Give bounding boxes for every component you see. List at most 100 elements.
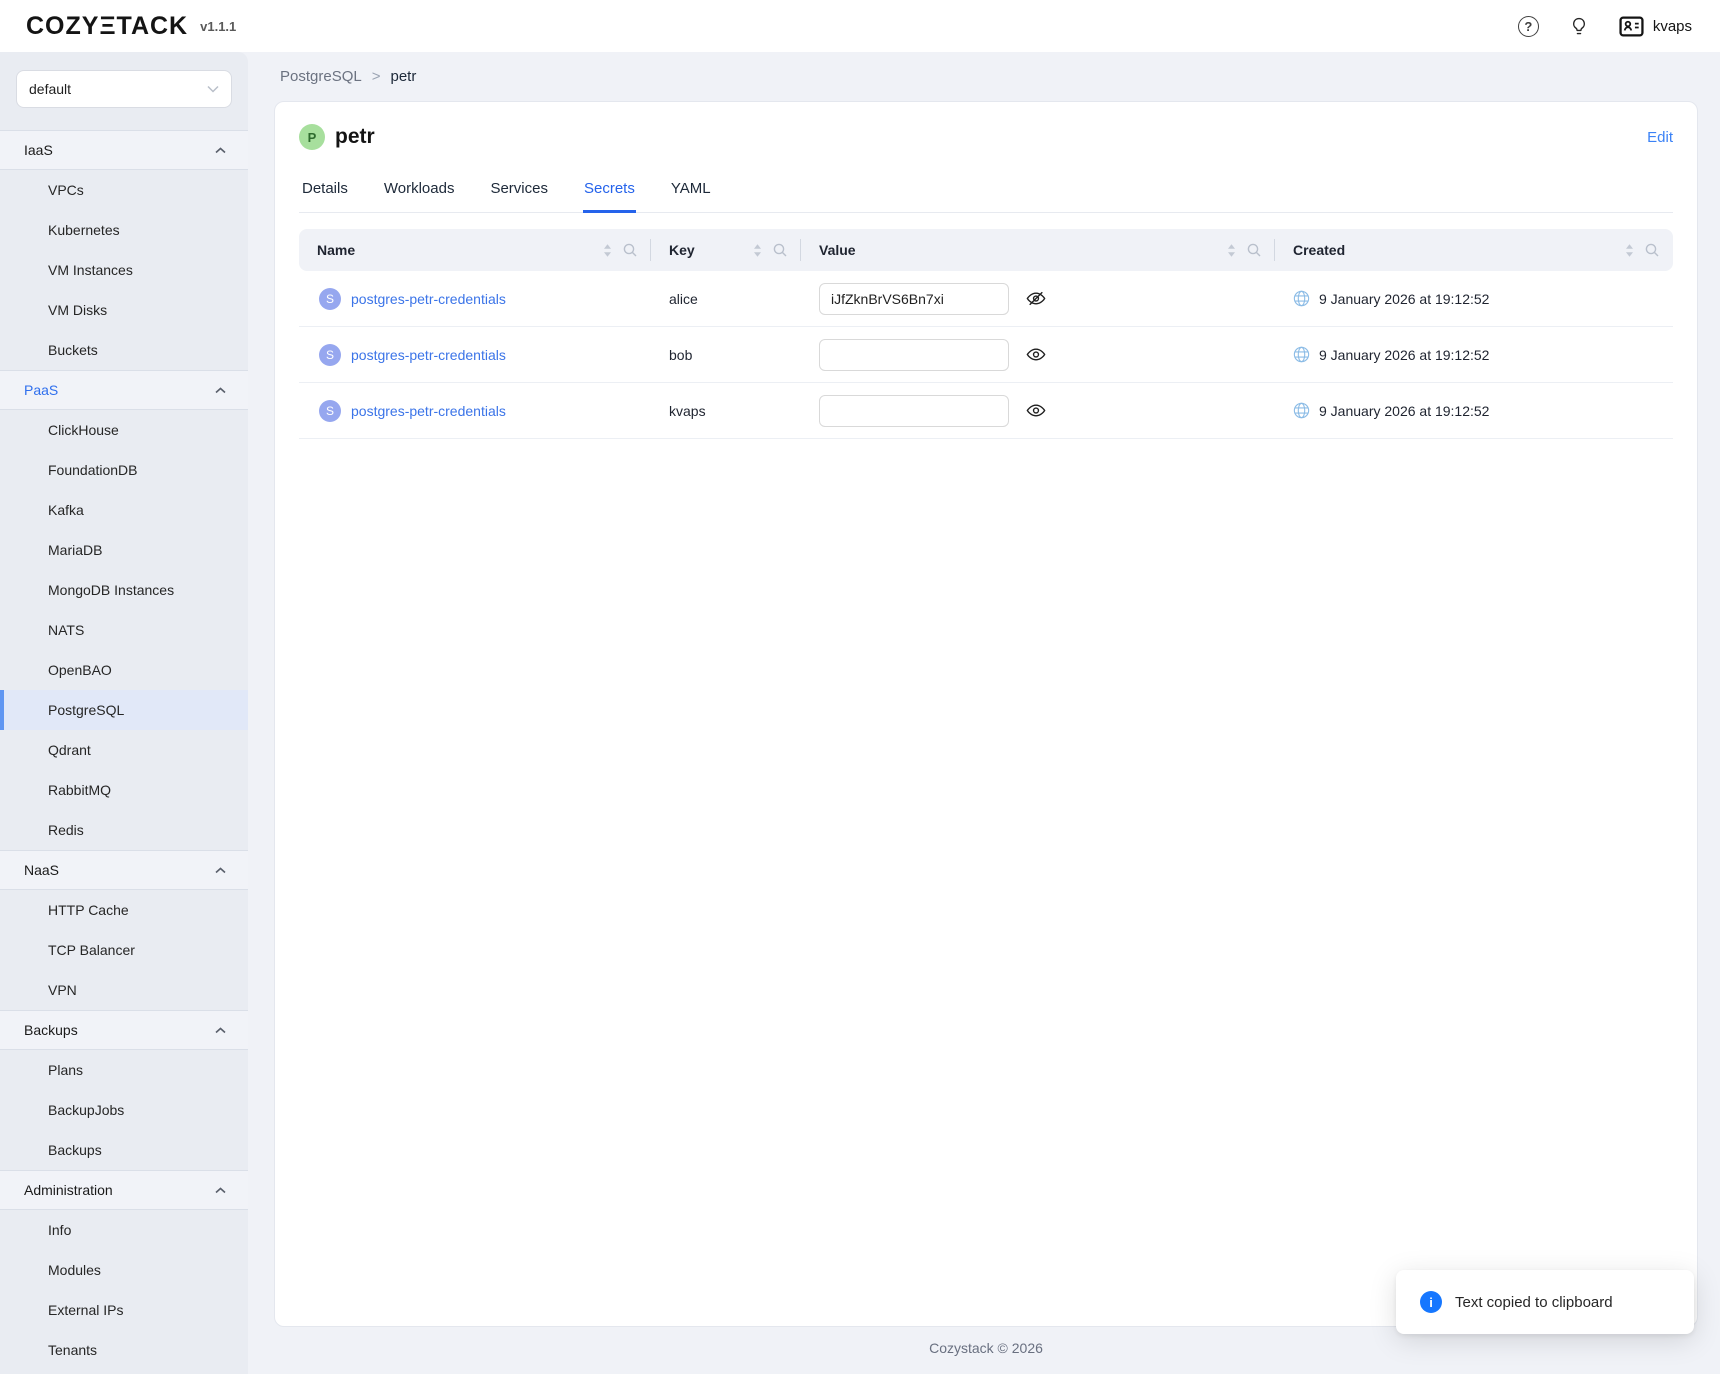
column-header-controls (1624, 243, 1659, 258)
tab-workloads[interactable]: Workloads (383, 180, 456, 213)
sort-icon[interactable] (752, 243, 763, 258)
tab-yaml[interactable]: YAML (670, 180, 712, 213)
sidebar-item-modules[interactable]: Modules (0, 1250, 248, 1290)
sidebar-section-naas[interactable]: NaaS (0, 850, 248, 890)
name-cell: S postgres-petr-credentials (299, 288, 651, 310)
secret-value-input[interactable] (819, 283, 1009, 315)
topbar-actions: ? kvaps (1518, 16, 1692, 37)
sidebar-item-rabbitmq[interactable]: RabbitMQ (0, 770, 248, 810)
sidebar-item-tenants[interactable]: Tenants (0, 1330, 248, 1370)
sidebar-item-tcp-balancer[interactable]: TCP Balancer (0, 930, 248, 970)
secret-value-input[interactable] (819, 339, 1009, 371)
secrets-table: Name Key Value (299, 229, 1673, 439)
sidebar-item-kubernetes[interactable]: Kubernetes (0, 210, 248, 250)
breadcrumb-parent[interactable]: PostgreSQL (280, 68, 362, 85)
sidebar-item-openbao[interactable]: OpenBAO (0, 650, 248, 690)
sidebar-section-paas[interactable]: PaaS (0, 370, 248, 410)
tab-services[interactable]: Services (489, 180, 549, 213)
column-label: Name (317, 242, 355, 258)
sidebar-item-nats[interactable]: NATS (0, 610, 248, 650)
sidebar-item-vm-instances[interactable]: VM Instances (0, 250, 248, 290)
secret-avatar: S (319, 344, 341, 366)
sidebar-section-administration[interactable]: Administration (0, 1170, 248, 1210)
item-label: Kubernetes (48, 222, 120, 238)
sidebar-item-qdrant[interactable]: Qdrant (0, 730, 248, 770)
app-logo[interactable]: COZYΞTACK (26, 12, 188, 41)
sidebar-item-mariadb[interactable]: MariaDB (0, 530, 248, 570)
search-icon[interactable] (1247, 243, 1261, 257)
search-icon[interactable] (623, 243, 637, 257)
sidebar-section-backups[interactable]: Backups (0, 1010, 248, 1050)
resource-card: P petr Edit Details Workloads Services S… (274, 101, 1698, 1327)
edit-button[interactable]: Edit (1647, 129, 1673, 146)
item-label: ClickHouse (48, 422, 119, 438)
show-value-button[interactable] (1024, 344, 1048, 365)
item-label: Modules (48, 1262, 101, 1278)
tab-details[interactable]: Details (301, 180, 349, 213)
sidebar-item-buckets[interactable]: Buckets (0, 330, 248, 370)
item-label: Kafka (48, 502, 84, 518)
sidebar-item-foundationdb[interactable]: FoundationDB (0, 450, 248, 490)
breadcrumb-separator: > (372, 68, 381, 85)
sidebar-item-mongodb-instances[interactable]: MongoDB Instances (0, 570, 248, 610)
show-value-button[interactable] (1024, 400, 1048, 421)
hide-value-button[interactable] (1024, 288, 1048, 309)
search-icon[interactable] (773, 243, 787, 257)
sidebar-item-redis[interactable]: Redis (0, 810, 248, 850)
help-icon[interactable]: ? (1518, 16, 1539, 37)
sidebar-item-postgresql[interactable]: PostgreSQL (0, 690, 248, 730)
name-cell: S postgres-petr-credentials (299, 400, 651, 422)
tenant-select-value: default (29, 81, 71, 97)
column-header-controls (602, 243, 637, 258)
sidebar-item-vpn[interactable]: VPN (0, 970, 248, 1010)
item-label: BackupJobs (48, 1102, 124, 1118)
sidebar-item-backups[interactable]: Backups (0, 1130, 248, 1170)
item-label: Backups (48, 1142, 102, 1158)
sidebar-item-vm-disks[interactable]: VM Disks (0, 290, 248, 330)
value-cell (801, 283, 1275, 315)
item-label: VPN (48, 982, 77, 998)
item-label: External IPs (48, 1302, 123, 1318)
column-header-created: Created (1275, 229, 1673, 271)
sidebar-item-backupjobs[interactable]: BackupJobs (0, 1090, 248, 1130)
info-icon: i (1420, 1291, 1442, 1313)
sort-icon[interactable] (602, 243, 613, 258)
item-label: OpenBAO (48, 662, 112, 678)
tab-secrets[interactable]: Secrets (583, 180, 636, 213)
sort-icon[interactable] (1226, 243, 1237, 258)
sidebar-item-info[interactable]: Info (0, 1210, 248, 1250)
secret-name-link[interactable]: postgres-petr-credentials (351, 403, 506, 419)
sort-icon[interactable] (1624, 243, 1635, 258)
item-label: RabbitMQ (48, 782, 111, 798)
created-cell: 9 January 2026 at 19:12:52 (1275, 346, 1673, 363)
secret-name-link[interactable]: postgres-petr-credentials (351, 291, 506, 307)
secret-key: kvaps (669, 403, 706, 419)
secret-avatar: S (319, 400, 341, 422)
secret-value-input[interactable] (819, 395, 1009, 427)
sidebar-item-clickhouse[interactable]: ClickHouse (0, 410, 248, 450)
table-row: S postgres-petr-credentials kvaps (299, 383, 1673, 439)
search-icon[interactable] (1645, 243, 1659, 257)
sidebar-item-plans[interactable]: Plans (0, 1050, 248, 1090)
section-label: PaaS (24, 382, 58, 398)
tabs: Details Workloads Services Secrets YAML (299, 180, 1673, 213)
sidebar-item-http-cache[interactable]: HTTP Cache (0, 890, 248, 930)
item-label: PostgreSQL (48, 702, 124, 718)
footer: Cozystack © 2026 (274, 1340, 1698, 1356)
sidebar-item-external-ips[interactable]: External IPs (0, 1290, 248, 1330)
item-label: Buckets (48, 342, 98, 358)
sidebar-section-iaas[interactable]: IaaS (0, 130, 248, 170)
globe-icon (1293, 290, 1310, 307)
secret-name-link[interactable]: postgres-petr-credentials (351, 347, 506, 363)
user-menu[interactable]: kvaps (1619, 16, 1692, 37)
tenant-avatar-letter: P (308, 130, 317, 145)
help-glyph: ? (1524, 19, 1532, 34)
topbar: COZYΞTACK v1.1.1 ? kvaps (0, 0, 1720, 52)
created-cell: 9 January 2026 at 19:12:52 (1275, 290, 1673, 307)
value-cell (801, 339, 1275, 371)
tenant-select[interactable]: default (16, 70, 232, 108)
sidebar-item-vpcs[interactable]: VPCs (0, 170, 248, 210)
sidebar-item-kafka[interactable]: Kafka (0, 490, 248, 530)
theme-lightbulb-icon[interactable] (1569, 16, 1589, 37)
item-label: Redis (48, 822, 84, 838)
